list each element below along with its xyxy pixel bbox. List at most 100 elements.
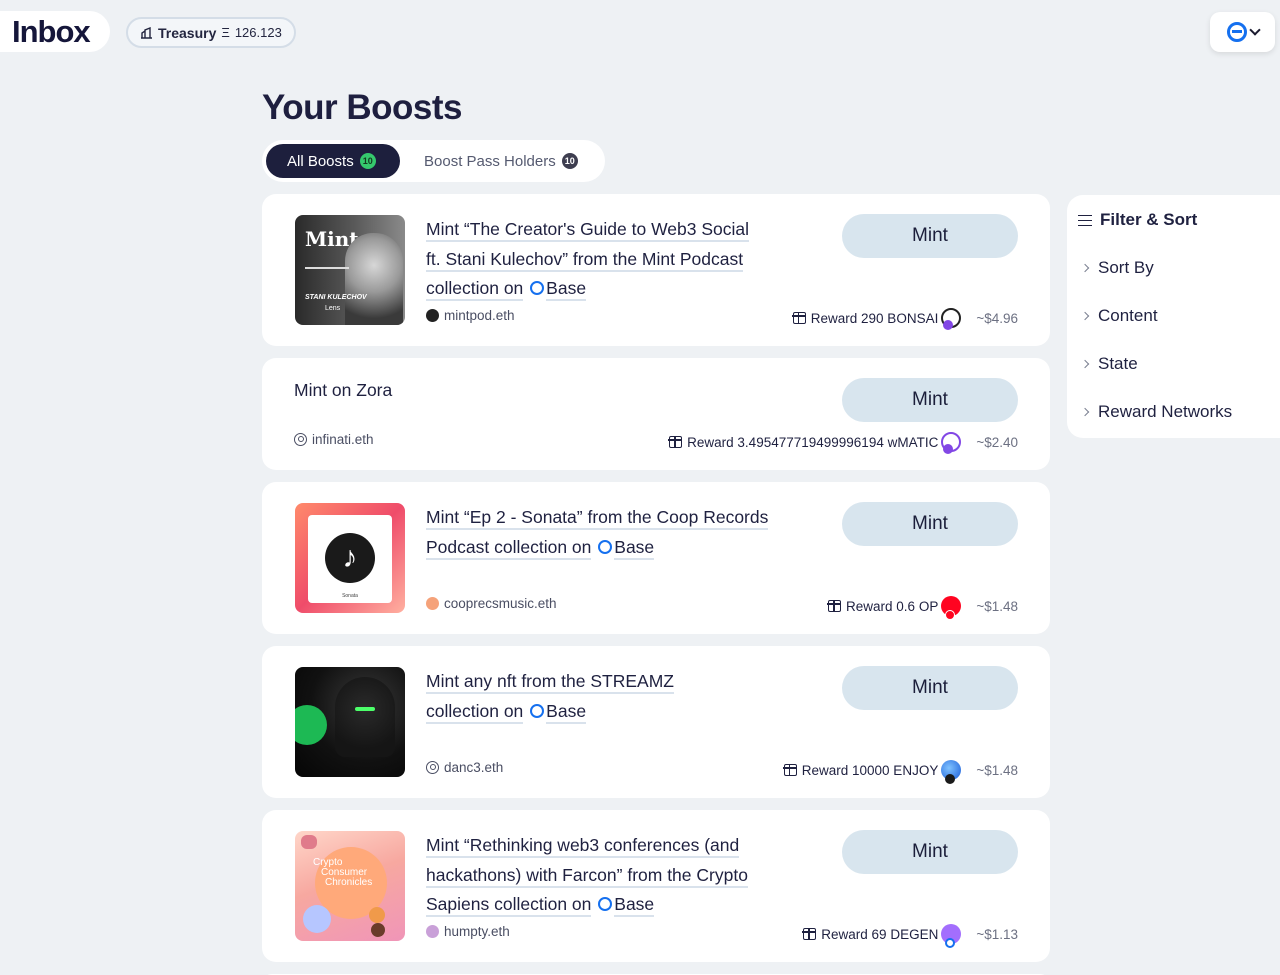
chevron-right-icon [1080,359,1090,369]
title-line: Mint “Ep 2 - Sonata” from the Coop Recor… [426,507,769,530]
base-icon [945,938,956,948]
filter-sort-panel: Filter & Sort Sort By Content State Rewa… [1067,195,1280,438]
reward-info: Reward 10000 ENJOY ~$1.48 [782,760,1018,784]
inbox-logo[interactable]: Inbox [0,11,110,52]
thumb-caption: Sonata [342,593,358,599]
avatar [369,907,385,923]
reward-text: Reward 290 BONSAI [810,310,939,326]
gift-icon [791,312,806,324]
mint-button[interactable]: Mint [842,378,1018,422]
thumb-name: STANI KULECHOV [305,294,367,301]
network-name: Base [614,536,655,560]
brain-icon [301,835,317,849]
author-avatar [426,309,439,322]
wallet-menu-button[interactable] [1210,12,1275,52]
green-eyes [355,707,375,711]
boost-title[interactable]: Mint any nft from the STREAMZ collection… [426,667,786,726]
treasury-badge[interactable]: Treasury Ξ 126.123 [126,17,296,48]
usd-value: ~$2.40 [976,434,1018,450]
chevron-down-icon [1248,24,1261,36]
base-icon [530,281,545,295]
tab-all-boosts[interactable]: All Boosts 10 [266,144,400,178]
reward-text: Reward 69 DEGEN [821,926,939,942]
filter-option-label: Content [1098,306,1158,325]
nft-thumbnail[interactable]: Mint STANI KULECHOV Lens [295,215,405,325]
treasury-icon [141,26,152,39]
filter-option-label: Sort By [1098,258,1154,277]
title-line: Podcast collection on [426,536,592,560]
polygon-icon [943,320,954,330]
boost-card: Mint any nft from the STREAMZ collection… [262,646,1050,798]
reward-text: Reward 10000 ENJOY [801,762,939,778]
title-line: Mint “The Creator's Guide to Web3 Social [426,219,750,242]
sliders-icon [1078,214,1092,227]
author-name: danc3.eth [444,760,504,775]
boost-title[interactable]: Mint “Rethinking web3 conferences (and h… [426,831,786,920]
boost-title[interactable]: Mint “The Creator's Guide to Web3 Social… [426,215,786,304]
title-line: collection on [426,700,524,724]
op-token-icon [941,596,962,620]
reward-info: Reward 3.495477719499996194 wMATIC ~$2.4… [668,432,1018,454]
hooded-figure [335,677,395,757]
boost-card: ♪ Sonata Mint “Ep 2 - Sonata” from the C… [262,482,1050,634]
base-network-icon [1226,22,1247,42]
filter-sort-header[interactable]: Filter & Sort [1078,210,1197,230]
author-name: mintpod.eth [444,308,515,323]
boost-card: Mint on Zora Mint infinati.eth Reward 3.… [262,358,1050,470]
tab-label: All Boosts [287,152,354,170]
author[interactable]: humpty.eth [426,924,510,939]
filter-sort-by[interactable]: Sort By [1080,258,1154,278]
mint-button[interactable]: Mint [842,830,1018,874]
title-line: ft. Stani Kulechov” from the Mint Podcas… [426,248,744,272]
bonsai-token-icon [941,308,962,330]
usd-value: ~$1.13 [976,926,1018,942]
thumb-tag: Lens [325,305,341,312]
boost-title[interactable]: Mint “Ep 2 - Sonata” from the Coop Recor… [426,503,786,562]
network-name: Base [546,700,587,724]
filter-state[interactable]: State [1080,354,1138,374]
author[interactable]: danc3.eth [426,760,503,775]
author[interactable]: mintpod.eth [426,308,515,323]
author-avatar [426,925,439,938]
reward-info: Reward 290 BONSAI ~$4.96 [791,308,1018,330]
portrait-image [345,233,403,325]
usd-value: ~$1.48 [976,598,1018,614]
user-icon [426,761,439,774]
boost-title[interactable]: Mint on Zora [294,380,392,401]
wmatic-token-icon [941,432,962,454]
reward-text: Reward 0.6 OP [846,598,939,614]
chevron-right-icon [1080,263,1090,273]
filter-reward-networks[interactable]: Reward Networks [1080,402,1233,422]
nft-thumbnail[interactable]: Crypto Consumer Chronicles [295,831,405,941]
polygon-icon [943,444,954,454]
spotify-icon [295,705,327,745]
treasury-eth-symbol: Ξ [221,25,230,40]
avatar [303,905,331,933]
network-name: Base [614,894,655,917]
base-icon [530,703,545,718]
tab-boost-pass-holders[interactable]: Boost Pass Holders 10 [404,144,598,178]
title-line: Sapiens collection on [426,894,592,917]
mint-button[interactable]: Mint [842,502,1018,546]
reward-info: Reward 0.6 OP ~$1.48 [827,596,1018,620]
treasury-amount: 126.123 [234,25,282,40]
filter-option-label: Reward Networks [1098,402,1233,421]
nft-thumbnail[interactable] [295,667,405,777]
music-note-icon: ♪ [325,533,375,583]
title-line: collection on [426,278,524,301]
author[interactable]: cooprecsmusic.eth [426,596,557,611]
zora-icon [945,774,956,784]
author-name: cooprecsmusic.eth [444,596,557,611]
nft-thumbnail[interactable]: ♪ Sonata [295,503,405,613]
boost-tabs: All Boosts 10 Boost Pass Holders 10 [262,140,605,182]
title-line: Mint “Rethinking web3 conferences (and [426,835,740,858]
gift-icon [668,436,683,448]
tab-label: Boost Pass Holders [424,152,556,170]
base-icon [598,539,613,554]
count-badge: 10 [359,153,376,169]
mint-button[interactable]: Mint [842,666,1018,710]
mint-button[interactable]: Mint [842,214,1018,258]
filter-content[interactable]: Content [1080,306,1158,326]
user-icon [294,433,307,446]
author[interactable]: infinati.eth [294,432,374,447]
